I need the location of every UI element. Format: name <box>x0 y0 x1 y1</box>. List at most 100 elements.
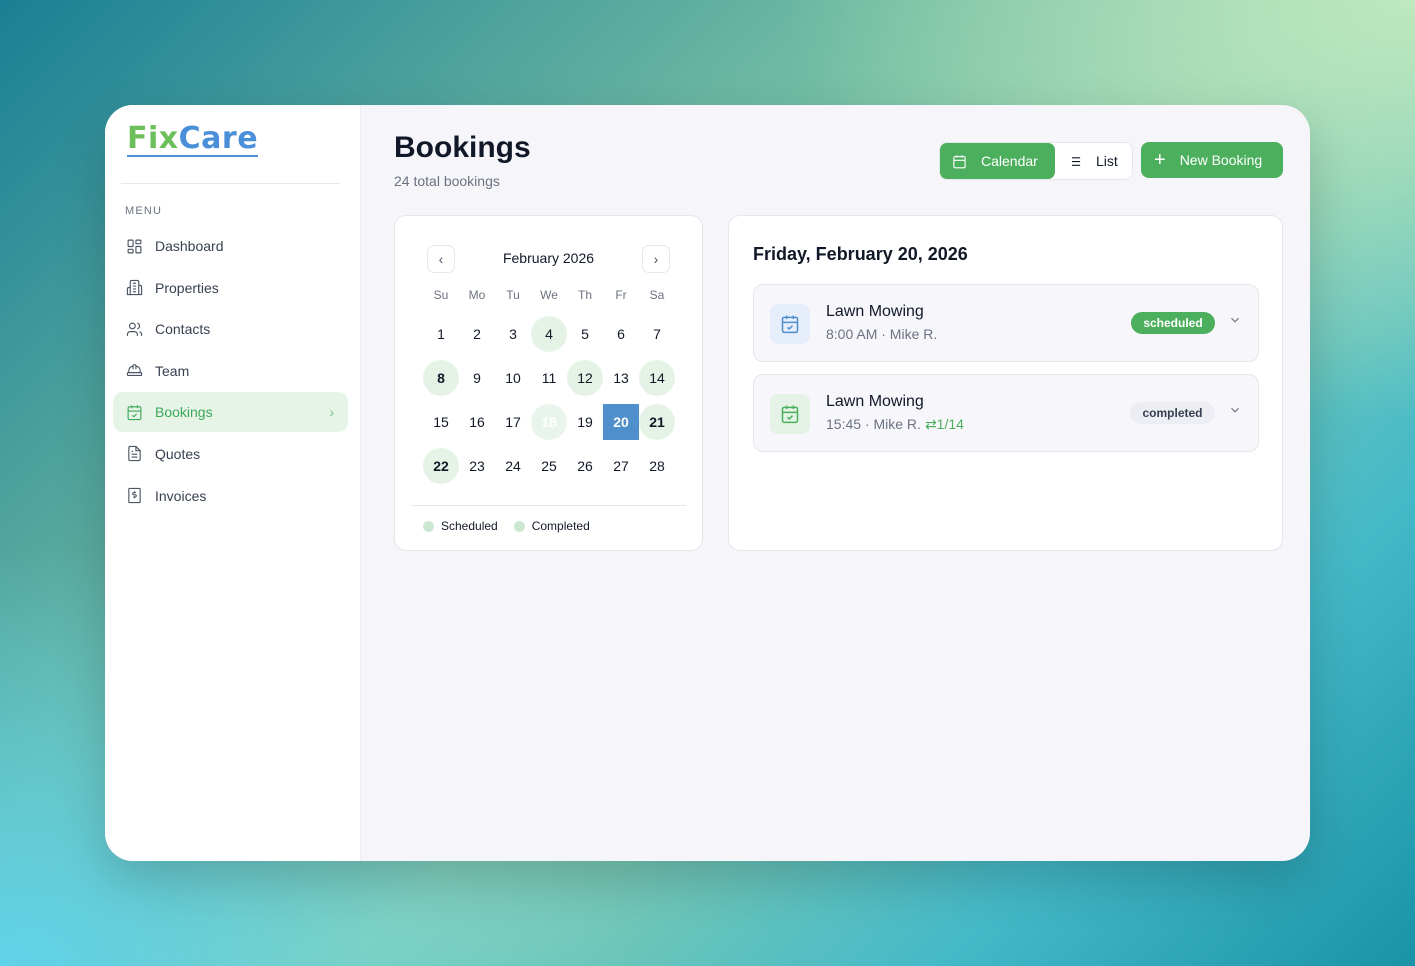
weekday-label: We <box>540 288 558 302</box>
booking-card[interactable]: Lawn Mowing 8:00 AM · Mike R. scheduled <box>753 284 1259 362</box>
logo-fix: Fix <box>127 121 179 156</box>
weekday-label: Fr <box>615 288 627 302</box>
calendar-day[interactable]: 12 <box>567 356 603 400</box>
calendar-day[interactable]: 6 <box>603 312 639 356</box>
sidebar-item-label: Bookings <box>155 404 213 421</box>
sidebar-divider <box>121 183 340 184</box>
booking-card[interactable]: Lawn Mowing 15:45 · Mike R. ⇄1/14 complet… <box>753 374 1259 452</box>
status-badge: scheduled <box>1131 312 1215 334</box>
calendar-day[interactable]: 15 <box>423 400 459 444</box>
calendar-day[interactable]: 9 <box>459 356 495 400</box>
calendar-day[interactable]: 1 <box>423 312 459 356</box>
calendar-day[interactable]: 25 <box>531 444 567 488</box>
list-view-label: List <box>1096 153 1118 169</box>
calendar-month: February 2026 <box>502 250 595 266</box>
chevron-down-icon[interactable] <box>1228 403 1242 422</box>
sidebar-item-properties[interactable]: Properties <box>113 268 348 308</box>
legend-completed: Completed <box>513 519 590 533</box>
sidebar-item-label: Invoices <box>155 487 207 504</box>
calendar-day[interactable]: 28 <box>639 444 675 488</box>
hardhat-icon <box>125 362 143 380</box>
calendar-header: ‹ February 2026 › <box>427 245 670 273</box>
recurring-indicator: ⇄1/14 <box>925 416 964 432</box>
sidebar-item-label: Quotes <box>155 445 201 462</box>
logo-care: Care <box>178 121 259 156</box>
weekday-label: Sa <box>649 288 665 302</box>
calendar-day[interactable]: 3 <box>495 312 531 356</box>
weekday-label: Th <box>577 288 592 302</box>
sidebar-item-dashboard[interactable]: Dashboard <box>113 226 348 266</box>
calendar-day[interactable]: 5 <box>567 312 603 356</box>
calendar-day[interactable]: 18 <box>531 400 567 444</box>
booking-time-assignee: 15:45 · Mike R. <box>826 416 921 432</box>
sidebar: FixCare MENU Dashboard Properties Contac… <box>105 105 361 861</box>
calendar-day[interactable]: 17 <box>495 400 531 444</box>
calendar-icon <box>952 154 967 169</box>
view-toggle: Calendar List <box>939 142 1133 180</box>
booking-time-assignee: 8:00 AM · Mike R. <box>826 326 938 342</box>
page-title: Bookings <box>394 131 531 164</box>
calendar-day[interactable]: 23 <box>459 444 495 488</box>
calendar-day[interactable]: 7 <box>639 312 675 356</box>
sidebar-item-label: Dashboard <box>155 238 224 254</box>
sidebar-item-label: Properties <box>155 279 219 296</box>
building-icon <box>125 279 143 297</box>
booking-name: Lawn Mowing <box>826 393 924 410</box>
day-bookings-panel: Friday, February 20, 2026 Lawn Mowing 8:… <box>728 215 1283 551</box>
weekday-label: Su <box>433 288 449 302</box>
list-view-button[interactable]: List <box>1055 143 1132 179</box>
app-window: FixCare MENU Dashboard Properties Contac… <box>105 105 1310 861</box>
chevron-right-icon: › <box>653 251 659 267</box>
legend-label: Scheduled <box>441 519 498 533</box>
users-icon <box>125 320 143 338</box>
calendar-check-icon <box>125 403 143 421</box>
invoice-icon <box>125 487 143 505</box>
calendar-check-icon <box>770 304 810 344</box>
calendar-day[interactable]: 26 <box>567 444 603 488</box>
booking-name: Lawn Mowing <box>826 303 924 320</box>
selected-date-title: Friday, February 20, 2026 <box>753 244 968 264</box>
new-booking-label: New Booking <box>1179 152 1263 168</box>
calendar-day[interactable]: 2 <box>459 312 495 356</box>
legend-dot <box>513 520 525 532</box>
sidebar-item-label: Contacts <box>155 321 211 338</box>
document-icon <box>125 445 143 463</box>
calendar-check-icon <box>770 394 810 434</box>
repeat-icon: ⇄ <box>924 416 937 432</box>
calendar-day[interactable]: 22 <box>423 444 459 488</box>
legend-scheduled: Scheduled <box>423 519 498 533</box>
calendar-day[interactable]: 16 <box>459 400 495 444</box>
calendar-day[interactable]: 24 <box>495 444 531 488</box>
calendar-day[interactable]: 27 <box>603 444 639 488</box>
legend-dot <box>423 520 434 532</box>
calendar-day[interactable]: 14 <box>639 356 675 400</box>
calendar-view-button[interactable]: Calendar <box>940 143 1055 179</box>
sidebar-item-quotes[interactable]: Quotes <box>113 434 348 474</box>
main-content: Bookings 24 total bookings Calendar List… <box>361 105 1310 861</box>
calendar-view-label: Calendar <box>981 153 1038 169</box>
sidebar-item-invoices[interactable]: Invoices <box>113 476 348 516</box>
sidebar-item-bookings[interactable]: Bookings › <box>113 392 348 433</box>
next-month-button[interactable]: › <box>642 245 670 273</box>
calendar-day[interactable]: 10 <box>495 356 531 400</box>
calendar-day[interactable]: 19 <box>567 400 603 444</box>
calendar-divider <box>411 505 686 506</box>
calendar-day[interactable]: 11 <box>531 356 567 400</box>
weekday-label: Tu <box>506 288 520 302</box>
list-icon <box>1067 154 1082 169</box>
sidebar-item-team[interactable]: Team <box>113 351 348 391</box>
calendar-day[interactable]: 13 <box>603 356 639 400</box>
plus-icon: + <box>1154 149 1166 171</box>
calendar-day[interactable]: 8 <box>423 356 459 400</box>
new-booking-button[interactable]: + New Booking <box>1141 142 1283 178</box>
calendar-card: ‹ February 2026 › Su Mo Tu We Th Fr Sa 1… <box>394 215 703 551</box>
calendar-day[interactable]: 21 <box>639 400 675 444</box>
chevron-right-icon: › <box>329 404 334 421</box>
app-logo[interactable]: FixCare <box>127 121 259 157</box>
calendar-day[interactable]: 4 <box>531 312 567 356</box>
chevron-down-icon[interactable] <box>1228 313 1242 332</box>
sidebar-nav: Dashboard Properties Contacts Team Booki… <box>113 226 348 517</box>
recurrence-count: 1/14 <box>936 416 964 432</box>
sidebar-item-contacts[interactable]: Contacts <box>113 309 348 349</box>
calendar-day-selected[interactable]: 20 <box>603 400 639 444</box>
